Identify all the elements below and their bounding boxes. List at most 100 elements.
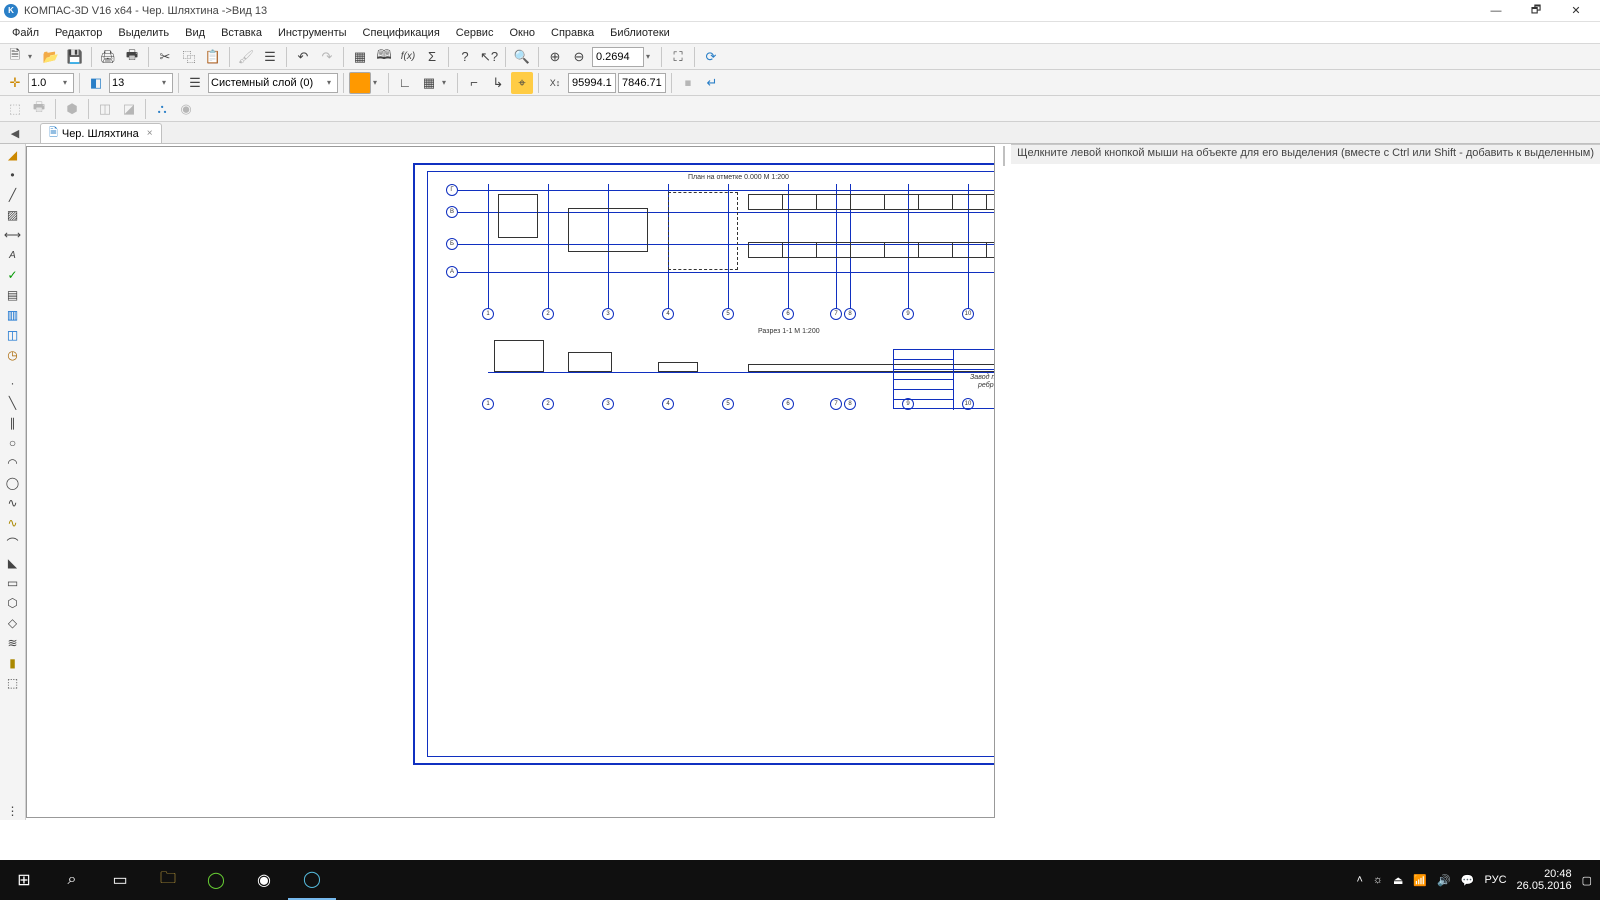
menu-tools[interactable]: Инструменты — [270, 25, 355, 41]
start-button[interactable]: ⊞ — [0, 860, 48, 900]
zoom-window-icon[interactable]: 🔍 — [511, 46, 533, 68]
ortho-icon[interactable]: ∟ — [394, 72, 416, 94]
geometry-icon[interactable]: ◢ — [2, 146, 24, 164]
print-icon[interactable]: 🖨 — [97, 46, 119, 68]
explorer-icon[interactable]: 🗀 — [144, 860, 192, 900]
snap-toggle-icon[interactable]: ⌖ — [511, 72, 533, 94]
layers-panel-icon[interactable]: ☰ — [184, 72, 206, 94]
t3-5-icon[interactable]: ◪ — [118, 98, 140, 120]
paste-icon[interactable]: 📋 — [202, 46, 224, 68]
menu-spec[interactable]: Спецификация — [355, 25, 448, 41]
edit-icon[interactable]: ▥ — [2, 306, 24, 324]
aux-point-icon[interactable]: · — [2, 374, 24, 392]
brush-icon[interactable]: 🖌 — [235, 46, 257, 68]
rect-icon[interactable]: ▭ — [2, 574, 24, 592]
fillet-icon[interactable]: ⌒ — [2, 534, 24, 552]
views-icon[interactable]: ◫ — [2, 326, 24, 344]
contour-icon[interactable]: ◇ — [2, 614, 24, 632]
tray-input-icon[interactable]: ▢ — [1582, 874, 1592, 887]
spline-icon[interactable]: ∿ — [2, 494, 24, 512]
chrome-icon[interactable]: ◉ — [240, 860, 288, 900]
taskview-icon[interactable]: ▭ — [96, 860, 144, 900]
drawing-canvas[interactable]: План на отметке 0.000 М 1:200 Г В Б А 1 … — [26, 146, 995, 818]
tray-clock[interactable]: 20:48 26.05.2016 — [1517, 868, 1572, 892]
document-tab[interactable]: 🗎 Чер. Шляхтина × — [40, 123, 162, 143]
utorrent-icon[interactable]: ◯ — [192, 860, 240, 900]
undo-icon[interactable]: ↶ — [292, 46, 314, 68]
redo-icon[interactable]: ↷ — [316, 46, 338, 68]
polygon-icon[interactable]: ⬡ — [2, 594, 24, 612]
fx-icon[interactable]: f(x) — [397, 46, 419, 68]
cut-icon[interactable]: ✂ — [154, 46, 176, 68]
menu-edit[interactable]: Редактор — [47, 25, 110, 41]
rough-icon[interactable]: ✓ — [2, 266, 24, 284]
menu-libraries[interactable]: Библиотеки — [602, 25, 678, 41]
library-mgr-icon[interactable]: 🕮 — [373, 46, 395, 68]
layer-icon[interactable]: ◧ — [85, 72, 107, 94]
new-file-icon[interactable]: 🗎 — [4, 46, 26, 68]
coord-icon[interactable]: ⌐ — [463, 72, 485, 94]
menu-service[interactable]: Сервис — [448, 25, 502, 41]
zoom-field[interactable] — [592, 47, 644, 67]
text-icon[interactable]: A — [2, 246, 24, 264]
segment-icon[interactable]: ╲ — [2, 394, 24, 412]
point-icon[interactable]: • — [2, 166, 24, 184]
color-icon[interactable] — [349, 72, 371, 94]
parallel-icon[interactable]: ∥ — [2, 414, 24, 432]
save-icon[interactable]: 💾 — [64, 46, 86, 68]
tray-night-icon[interactable]: ☼ — [1373, 874, 1383, 886]
maximize-button[interactable]: 🗗 — [1516, 1, 1556, 21]
arc-icon[interactable]: ◠ — [2, 454, 24, 472]
grid-icon[interactable]: ▦ — [418, 72, 440, 94]
chamfer-icon[interactable]: ◣ — [2, 554, 24, 572]
t3-4-icon[interactable]: ◫ — [94, 98, 116, 120]
layer-number-combo[interactable]: ▾ — [109, 73, 173, 93]
coord-x-field[interactable] — [568, 73, 616, 93]
menu-file[interactable]: Файл — [4, 25, 47, 41]
bezier-icon[interactable]: ∿ — [2, 514, 24, 532]
t3-6-icon[interactable]: ⛬ — [151, 98, 173, 120]
t3-7-icon[interactable]: ◉ — [175, 98, 197, 120]
tab-close-icon[interactable]: × — [147, 128, 153, 139]
t3-2-icon[interactable]: 🖶 — [28, 98, 50, 120]
snap-icon[interactable]: ✛ — [4, 72, 26, 94]
local-cs-icon[interactable]: ↳ — [487, 72, 509, 94]
table-icon[interactable]: ▤ — [2, 286, 24, 304]
menu-select[interactable]: Выделить — [110, 25, 177, 41]
menu-help[interactable]: Справка — [543, 25, 602, 41]
t3-1-icon[interactable]: ⬚ — [4, 98, 26, 120]
line-icon[interactable]: ╱ — [2, 186, 24, 204]
pin-icon[interactable]: ◀ — [4, 124, 26, 142]
fill-icon[interactable]: ▮ — [2, 654, 24, 672]
tray-volume-icon[interactable]: 🔊 — [1437, 874, 1451, 887]
tray-safely-remove-icon[interactable]: ⏏ — [1393, 874, 1403, 887]
xy-icon[interactable]: X↕ — [544, 72, 566, 94]
whatsthis-icon[interactable]: ↖? — [478, 46, 500, 68]
tray-notifications-icon[interactable]: 💬 — [1461, 874, 1475, 887]
menu-window[interactable]: Окно — [501, 25, 543, 41]
ellipse-icon[interactable]: ◯ — [2, 474, 24, 492]
param-icon[interactable]: ◷ — [2, 346, 24, 364]
hatch-icon[interactable]: ▨ — [2, 206, 24, 224]
print-preview-icon[interactable]: 🖶 — [121, 46, 143, 68]
vars-icon[interactable]: Σ — [421, 46, 443, 68]
zoom-fit-icon[interactable]: ⛶ — [667, 46, 689, 68]
properties-icon[interactable]: ☰ — [259, 46, 281, 68]
t3-3-icon[interactable]: ⬢ — [61, 98, 83, 120]
minimize-button[interactable]: — — [1476, 1, 1516, 21]
tray-chevron-icon[interactable]: ˄ — [1356, 874, 1362, 886]
spec-icon[interactable]: ▦ — [349, 46, 371, 68]
search-icon[interactable]: ⌕ — [48, 860, 96, 900]
stop-icon[interactable]: ⏹ — [677, 72, 699, 94]
accept-icon[interactable]: ↵ — [701, 72, 723, 94]
equid-icon[interactable]: ≋ — [2, 634, 24, 652]
tray-language[interactable]: РУС — [1485, 874, 1507, 886]
circle-icon[interactable]: ○ — [2, 434, 24, 452]
menu-view[interactable]: Вид — [177, 25, 213, 41]
line-thickness-combo[interactable]: ▾ — [28, 73, 74, 93]
collect-icon[interactable]: ⬚ — [2, 674, 24, 692]
tray-wifi-icon[interactable]: 📶 — [1413, 874, 1427, 887]
open-file-icon[interactable]: 📂 — [40, 46, 62, 68]
menu-insert[interactable]: Вставка — [213, 25, 270, 41]
dim-icon[interactable]: ⟷ — [2, 226, 24, 244]
